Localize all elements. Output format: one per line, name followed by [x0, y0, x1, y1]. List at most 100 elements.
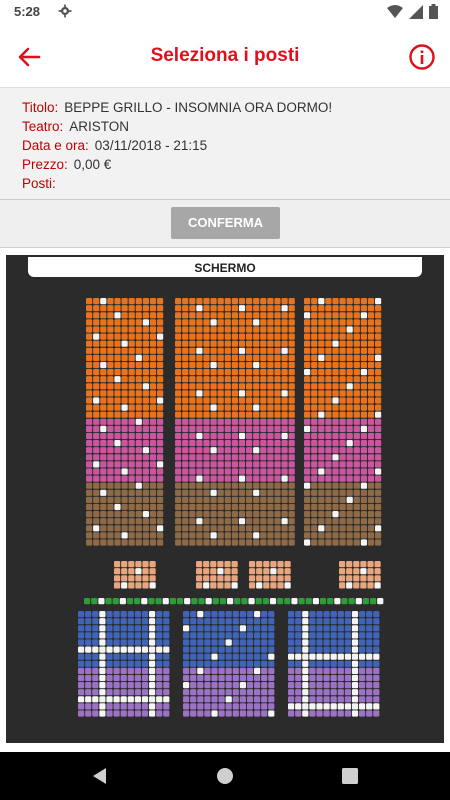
- available-seat[interactable]: [332, 369, 339, 376]
- available-seat[interactable]: [325, 404, 332, 411]
- available-seat[interactable]: [253, 454, 260, 461]
- available-seat[interactable]: [375, 511, 382, 518]
- available-seat[interactable]: [267, 305, 274, 312]
- available-seat[interactable]: [288, 618, 295, 625]
- available-seat[interactable]: [360, 475, 367, 482]
- available-seat[interactable]: [330, 689, 337, 696]
- available-seat[interactable]: [141, 667, 149, 674]
- available-seat[interactable]: [246, 461, 253, 468]
- available-seat[interactable]: [217, 447, 224, 454]
- available-seat[interactable]: [256, 575, 263, 582]
- available-seat[interactable]: [100, 319, 107, 326]
- available-seat[interactable]: [277, 598, 284, 605]
- available-seat[interactable]: [128, 369, 135, 376]
- available-seat[interactable]: [373, 667, 380, 674]
- available-seat[interactable]: [318, 496, 325, 503]
- available-seat[interactable]: [360, 305, 367, 312]
- available-seat[interactable]: [327, 598, 334, 605]
- available-seat[interactable]: [197, 618, 204, 625]
- available-seat[interactable]: [85, 639, 92, 646]
- available-seat[interactable]: [190, 660, 197, 667]
- available-seat[interactable]: [246, 425, 253, 432]
- available-seat[interactable]: [112, 598, 119, 605]
- available-seat[interactable]: [114, 511, 121, 518]
- available-seat[interactable]: [253, 369, 260, 376]
- available-seat[interactable]: [238, 511, 246, 518]
- available-seat[interactable]: [224, 461, 231, 468]
- available-seat[interactable]: [330, 710, 337, 717]
- available-seat[interactable]: [231, 340, 238, 347]
- available-seat[interactable]: [135, 525, 142, 532]
- available-seat[interactable]: [353, 425, 360, 432]
- available-seat[interactable]: [253, 354, 260, 361]
- available-seat[interactable]: [267, 361, 274, 369]
- available-seat[interactable]: [339, 312, 346, 319]
- available-seat[interactable]: [260, 305, 267, 312]
- available-seat[interactable]: [274, 425, 281, 432]
- available-seat[interactable]: [93, 340, 100, 347]
- available-seat[interactable]: [135, 397, 142, 404]
- available-seat[interactable]: [142, 340, 149, 347]
- available-seat[interactable]: [318, 447, 325, 454]
- available-seat[interactable]: [196, 496, 203, 503]
- available-seat[interactable]: [346, 432, 353, 440]
- available-seat[interactable]: [346, 532, 353, 539]
- available-seat[interactable]: [267, 489, 274, 496]
- available-seat[interactable]: [93, 440, 100, 447]
- available-seat[interactable]: [267, 411, 274, 418]
- available-seat[interactable]: [339, 518, 346, 525]
- available-seat[interactable]: [196, 397, 203, 404]
- available-seat[interactable]: [224, 454, 231, 461]
- available-seat[interactable]: [309, 639, 316, 646]
- available-seat[interactable]: [182, 496, 189, 503]
- available-seat[interactable]: [175, 475, 182, 482]
- available-seat[interactable]: [197, 710, 204, 717]
- available-seat[interactable]: [107, 305, 114, 312]
- available-seat[interactable]: [318, 475, 325, 482]
- available-seat[interactable]: [260, 404, 267, 411]
- available-seat[interactable]: [163, 703, 170, 710]
- available-seat[interactable]: [367, 432, 375, 440]
- available-seat[interactable]: [344, 696, 351, 703]
- available-seat[interactable]: [353, 361, 360, 369]
- available-seat[interactable]: [231, 298, 238, 305]
- available-seat[interactable]: [135, 489, 142, 496]
- available-seat[interactable]: [318, 404, 325, 411]
- available-seat[interactable]: [93, 468, 100, 475]
- available-seat[interactable]: [268, 689, 275, 696]
- available-seat[interactable]: [288, 611, 295, 618]
- available-seat[interactable]: [218, 696, 225, 703]
- available-seat[interactable]: [85, 653, 92, 660]
- available-seat[interactable]: [246, 482, 253, 489]
- available-seat[interactable]: [267, 397, 274, 404]
- available-seat[interactable]: [375, 503, 382, 511]
- available-seat[interactable]: [142, 326, 149, 333]
- available-seat[interactable]: [135, 298, 142, 305]
- available-seat[interactable]: [253, 390, 260, 397]
- available-seat[interactable]: [113, 667, 120, 674]
- available-seat[interactable]: [163, 625, 170, 632]
- available-seat[interactable]: [92, 611, 99, 618]
- available-seat[interactable]: [238, 361, 246, 369]
- available-seat[interactable]: [142, 390, 149, 397]
- available-seat[interactable]: [325, 503, 332, 511]
- available-seat[interactable]: [281, 440, 288, 447]
- available-seat[interactable]: [203, 397, 210, 404]
- available-seat[interactable]: [135, 496, 142, 503]
- available-seat[interactable]: [254, 696, 261, 703]
- available-seat[interactable]: [107, 532, 114, 539]
- available-seat[interactable]: [254, 660, 261, 667]
- available-seat[interactable]: [262, 598, 269, 605]
- available-seat[interactable]: [232, 710, 239, 717]
- available-seat[interactable]: [261, 674, 268, 682]
- available-seat[interactable]: [274, 489, 281, 496]
- available-seat[interactable]: [121, 475, 128, 482]
- available-seat[interactable]: [135, 411, 142, 418]
- available-seat[interactable]: [149, 489, 157, 496]
- available-seat[interactable]: [100, 333, 107, 340]
- available-seat[interactable]: [135, 475, 142, 482]
- available-seat[interactable]: [175, 539, 182, 546]
- available-seat[interactable]: [121, 347, 128, 354]
- available-seat[interactable]: [367, 489, 375, 496]
- available-seat[interactable]: [367, 561, 374, 568]
